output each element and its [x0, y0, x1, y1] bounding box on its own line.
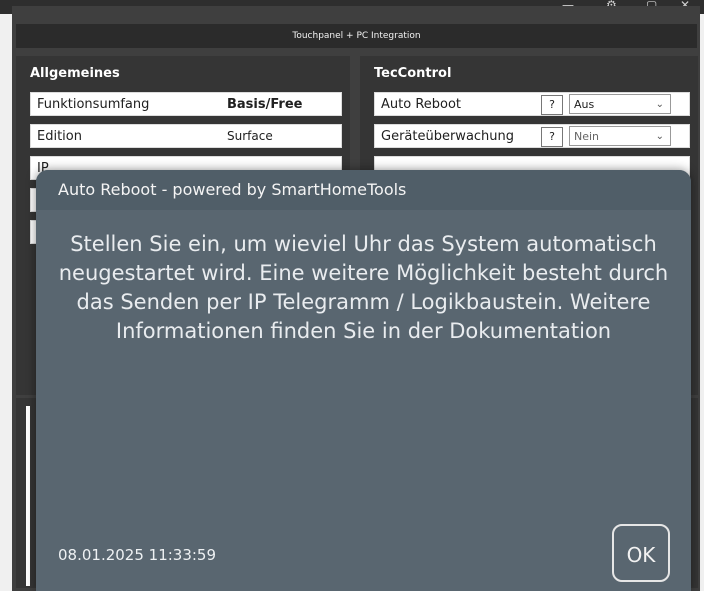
chevron-down-icon: ⌄ — [655, 99, 664, 110]
edition-label: Edition — [37, 128, 82, 144]
dialog-title: Auto Reboot - powered by SmartHomeTools — [36, 170, 691, 210]
dialog-message: Stellen Sie ein, um wieviel Uhr das Syst… — [58, 232, 669, 343]
row-auto-reboot: Auto Reboot ? Aus ⌄ — [374, 92, 690, 116]
geraeteueberwachung-select[interactable]: Nein ⌄ — [569, 126, 671, 146]
auto-reboot-select-value: Aus — [574, 98, 595, 111]
edition-value: Surface — [227, 129, 273, 143]
app-title: Touchpanel + PC Integration — [16, 24, 697, 48]
auto-reboot-dialog: Auto Reboot - powered by SmartHomeTools … — [36, 170, 691, 591]
auto-reboot-help-button[interactable]: ? — [541, 95, 563, 115]
funktionsumfang-value: Basis/Free — [227, 96, 303, 112]
allgemeines-title: Allgemeines — [30, 66, 120, 81]
row-funktionsumfang: Funktionsumfang Basis/Free — [30, 92, 342, 116]
auto-reboot-select[interactable]: Aus ⌄ — [569, 94, 671, 114]
teccontrol-title: TecControl — [374, 66, 452, 81]
funktionsumfang-label: Funktionsumfang — [37, 96, 150, 112]
geraeteueberwachung-label: Geräteüberwachung — [381, 128, 515, 144]
ok-button[interactable]: OK — [612, 524, 670, 582]
dialog-timestamp: 08.01.2025 11:33:59 — [58, 546, 217, 564]
bottom-strip-left — [26, 406, 30, 586]
row-edition: Edition Surface — [30, 124, 342, 148]
chevron-down-icon: ⌄ — [655, 131, 664, 142]
auto-reboot-label: Auto Reboot — [381, 96, 462, 112]
row-geraeteueberwachung: Geräteüberwachung ? Nein ⌄ — [374, 124, 690, 148]
geraeteueberwachung-select-value: Nein — [574, 130, 600, 143]
geraeteueberwachung-help-button[interactable]: ? — [541, 127, 563, 147]
